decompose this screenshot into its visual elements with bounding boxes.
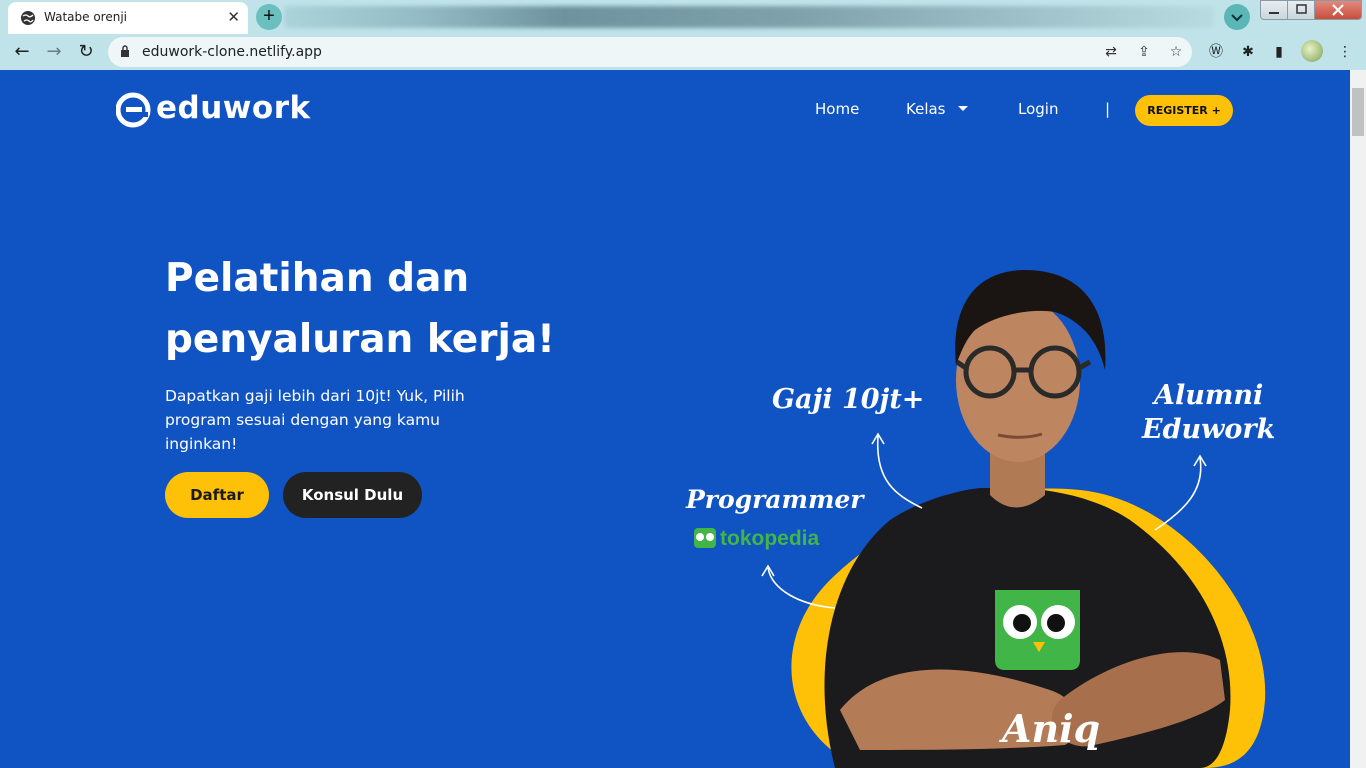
hero-title-line-2: penyaluran kerja! [165,317,555,362]
label-programmer: Programmer [685,485,865,514]
reload-icon[interactable]: ↻ [74,40,98,64]
label-company: tokopedia [720,527,819,550]
profile-avatar[interactable] [1301,40,1323,62]
tokopedia-owl-icon [995,590,1080,670]
browser-menu-icon[interactable]: ⋮ [1336,43,1354,61]
page-scrollbar[interactable] [1350,70,1366,768]
nav-kelas-dropdown[interactable]: Kelas [906,100,946,118]
address-bar[interactable]: eduwork-clone.netlify.app ⇄ ⇪ ☆ [108,37,1192,67]
hero-title: Pelatihan dan penyaluran kerja! [165,248,645,370]
nav-home-link[interactable]: Home [815,100,859,118]
tokopedia-logo: tokopedia [694,527,819,550]
register-button[interactable]: REGISTER + [1135,95,1233,126]
tab-close-icon[interactable]: ✕ [227,8,240,26]
hero-illustration: Gaji 10jt+ Alumni Eduwork Programmer tok… [685,270,1275,768]
tab-search-button[interactable] [1224,4,1250,30]
caret-down-icon[interactable] [958,106,968,111]
konsul-dulu-button[interactable]: Konsul Dulu [283,472,422,518]
logo-text: eduwork [156,90,311,126]
browser-tab-active[interactable]: Watabe orenji ✕ [8,2,248,34]
url-text: eduwork-clone.netlify.app [142,44,322,60]
side-panel-icon[interactable]: ▮ [1270,43,1288,61]
back-arrow-icon[interactable]: ← [10,40,34,64]
share-icon[interactable]: ⇪ [1136,44,1152,60]
hero-title-line-1: Pelatihan dan [165,256,470,301]
close-icon [1332,4,1344,16]
page-viewport: eduwork Home Kelas Login | REGISTER + Pe… [0,70,1350,768]
chevron-down-icon [1231,14,1243,22]
wordpress-extension-icon[interactable]: Ⓦ [1207,43,1225,61]
globe-icon [21,11,35,25]
hero-subtitle: Dapatkan gaji lebih dari 10jt! Yuk, Pili… [165,387,465,453]
eduwork-logo-icon [116,92,151,128]
arrow-salary [876,435,923,509]
window-restore-button[interactable] [1287,0,1315,20]
label-salary: Gaji 10jt+ [772,384,924,415]
new-tab-button[interactable]: + [256,4,282,30]
translate-icon[interactable]: ⇄ [1103,44,1119,60]
tab-title: Watabe orenji [44,10,127,24]
background-tabs [284,6,1214,28]
nav-login-link[interactable]: Login [1018,100,1058,118]
minimize-icon [1269,12,1279,14]
label-name: Aniq [999,706,1100,751]
label-alumni-line-2: Eduwork [1141,414,1275,445]
bookmark-star-icon[interactable]: ☆ [1168,44,1184,60]
window-close-button[interactable] [1314,0,1362,20]
browser-tab-strip: Watabe orenji ✕ + [0,0,1366,34]
arrow-alumni [1154,457,1202,531]
browser-toolbar: ← → ↻ eduwork-clone.netlify.app ⇄ ⇪ ☆ Ⓦ … [0,34,1366,70]
scrollbar-thumb[interactable] [1352,88,1364,136]
extensions-puzzle-icon[interactable]: ✱ [1239,43,1257,61]
nav-divider: | [1105,100,1111,118]
daftar-button[interactable]: Daftar [165,472,269,518]
restore-icon [1296,4,1307,14]
forward-arrow-icon[interactable]: → [42,40,66,64]
window-minimize-button[interactable] [1260,0,1288,20]
lock-icon [121,45,129,57]
label-alumni-line-1: Alumni [1151,380,1263,411]
